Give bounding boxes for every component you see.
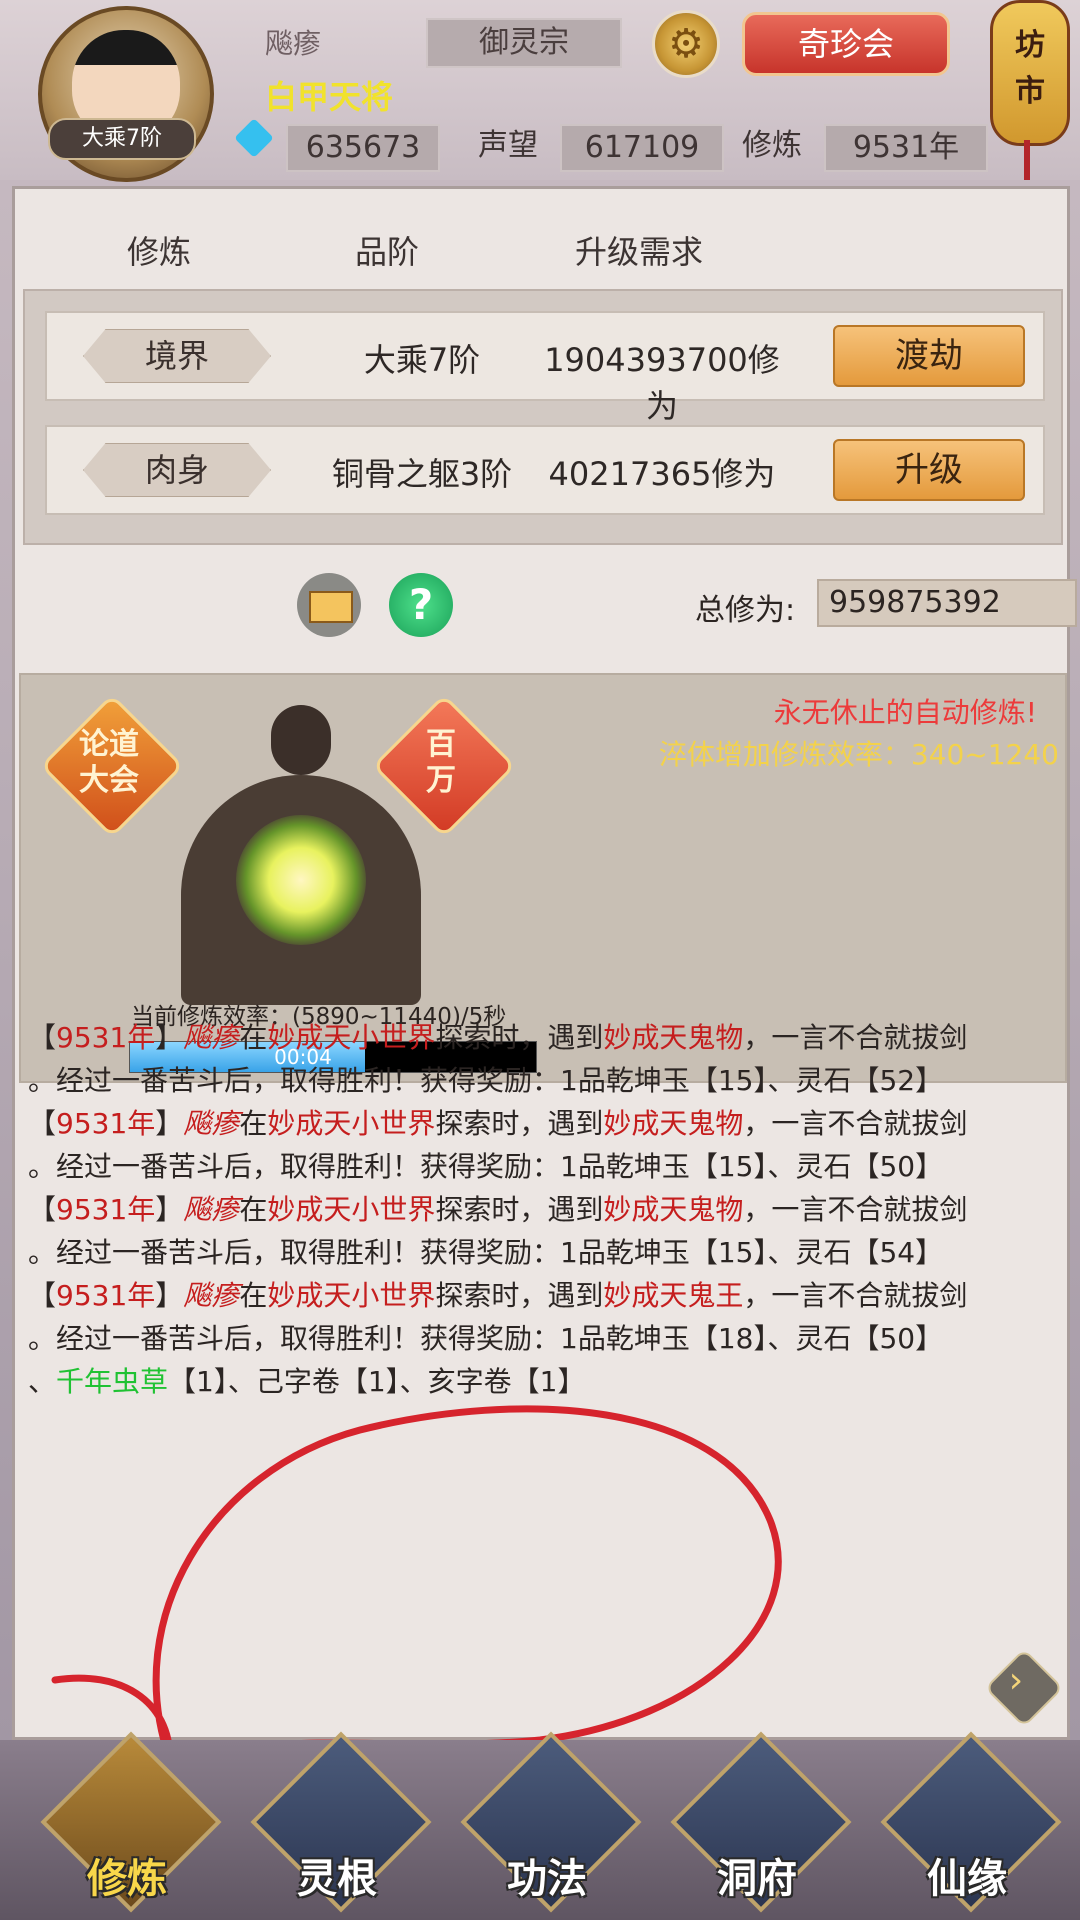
- sect-name[interactable]: 御灵宗: [426, 18, 622, 68]
- nav-label: 灵根: [297, 1856, 377, 1902]
- top-header: 大乘7阶 飚瘆 白甲天将 御灵宗 ⚙ 奇珍会 坊 市 635673 声望 617…: [0, 0, 1080, 182]
- realm-row: 境界 大乘7阶 1904393700修为 渡劫: [45, 311, 1045, 425]
- nav-spirit-root[interactable]: 灵根: [250, 1731, 432, 1913]
- column-header-grade: 品阶: [355, 233, 420, 271]
- meditating-figure: [141, 705, 461, 1005]
- log-line: 。经过一番苦斗后，取得胜利！获得奖励：1品乾坤玉【15】、灵石【54】: [28, 1236, 944, 1269]
- market-lantern-button[interactable]: 坊 市: [990, 0, 1070, 146]
- column-header-cultivation: 修炼: [127, 233, 192, 271]
- spirit-crystal-icon: [234, 118, 274, 158]
- market-char-1: 坊: [1015, 28, 1045, 63]
- reputation-label: 声望: [478, 128, 538, 163]
- log-line: 。经过一番苦斗后，取得胜利！获得奖励：1品乾坤玉【15】、灵石【52】: [28, 1064, 944, 1097]
- nav-label: 修炼: [87, 1856, 167, 1902]
- log-line: 【9531年】飚瘆在妙成天小世界探索时，遇到妙成天鬼物，一言不合就拔剑: [28, 1193, 968, 1226]
- qi-aura-icon: [236, 815, 366, 945]
- cultivation-panel: 修炼 品阶 升级需求 境界 大乘7阶 1904393700修为 渡劫 肉身 铜骨…: [12, 186, 1077, 1740]
- realm-requirement: 1904393700修为: [544, 341, 780, 425]
- column-header-requirement: 升级需求: [575, 233, 704, 271]
- treasure-auction-button[interactable]: 奇珍会: [742, 12, 950, 76]
- upgrade-button[interactable]: 升级: [833, 439, 1025, 501]
- total-cultivation-value: 959875392: [817, 579, 1077, 627]
- reputation-value: 617109: [560, 124, 724, 172]
- settings-gear-icon[interactable]: ⚙: [652, 10, 720, 78]
- player-name: 飚瘆: [265, 27, 322, 60]
- nav-label: 洞府: [717, 1856, 797, 1902]
- cultivation-years-label: 修炼: [742, 128, 802, 163]
- body-row: 肉身 铜骨之躯3阶 40217365修为 升级: [45, 425, 1045, 515]
- log-line: 。经过一番苦斗后，取得胜利！获得奖励：1品乾坤玉【18】、灵石【50】: [28, 1322, 944, 1355]
- total-cultivation-label: 总修为:: [695, 593, 796, 628]
- tempering-bonus-text: 淬体增加修炼效率：340~1240: [658, 738, 1059, 771]
- cultivation-years-value: 9531年: [824, 124, 988, 172]
- player-title: 白甲天将: [265, 78, 394, 116]
- nav-label: 功法: [507, 1856, 587, 1902]
- log-line: 、千年虫草【1】、己字卷【1】、亥字卷【1】: [28, 1365, 586, 1398]
- mail-icon[interactable]: [297, 573, 361, 637]
- bottom-nav: 修炼 灵根 功法 洞府 仙缘: [0, 1731, 1080, 1920]
- battle-log: 【9531年】飚瘆在妙成天小世界探索时，遇到妙成天鬼物，一言不合就拔剑 。经过一…: [28, 1016, 1044, 1403]
- nav-cultivation[interactable]: 修炼: [40, 1731, 222, 1913]
- nav-label: 仙缘: [927, 1856, 1007, 1902]
- help-icon[interactable]: ?: [389, 573, 453, 637]
- log-line: 。经过一番苦斗后，取得胜利！获得奖励：1品乾坤玉【15】、灵石【50】: [28, 1150, 944, 1183]
- log-line: 【9531年】飚瘆在妙成天小世界探索时，遇到妙成天鬼物，一言不合就拔剑: [28, 1021, 968, 1054]
- rank-badge: 大乘7阶: [48, 118, 196, 160]
- log-line: 【9531年】飚瘆在妙成天小世界探索时，遇到妙成天鬼王，一言不合就拔剑: [28, 1279, 968, 1312]
- envelope-icon: [309, 591, 353, 623]
- nav-techniques[interactable]: 功法: [460, 1731, 642, 1913]
- figure-head: [271, 705, 331, 775]
- body-grade: 铜骨之躯3阶: [331, 455, 513, 493]
- upgrade-rows-container: 境界 大乘7阶 1904393700修为 渡劫 肉身 铜骨之躯3阶 402173…: [23, 289, 1063, 545]
- market-char-2: 市: [1015, 74, 1045, 109]
- tribulation-button[interactable]: 渡劫: [833, 325, 1025, 387]
- lantern-tassel: [1024, 140, 1030, 180]
- realm-label: 境界: [83, 329, 271, 383]
- body-label: 肉身: [83, 443, 271, 497]
- auto-cultivate-slogan: 永无休止的自动修炼!: [773, 696, 1037, 729]
- realm-grade: 大乘7阶: [363, 341, 481, 379]
- currency-value: 635673: [286, 124, 440, 172]
- nav-cave-dwelling[interactable]: 洞府: [670, 1731, 852, 1913]
- log-line: 【9531年】飚瘆在妙成天小世界探索时，遇到妙成天鬼物，一言不合就拔剑: [28, 1107, 968, 1140]
- nav-immortal-fate[interactable]: 仙缘: [880, 1731, 1062, 1913]
- body-requirement: 40217365修为: [548, 455, 776, 493]
